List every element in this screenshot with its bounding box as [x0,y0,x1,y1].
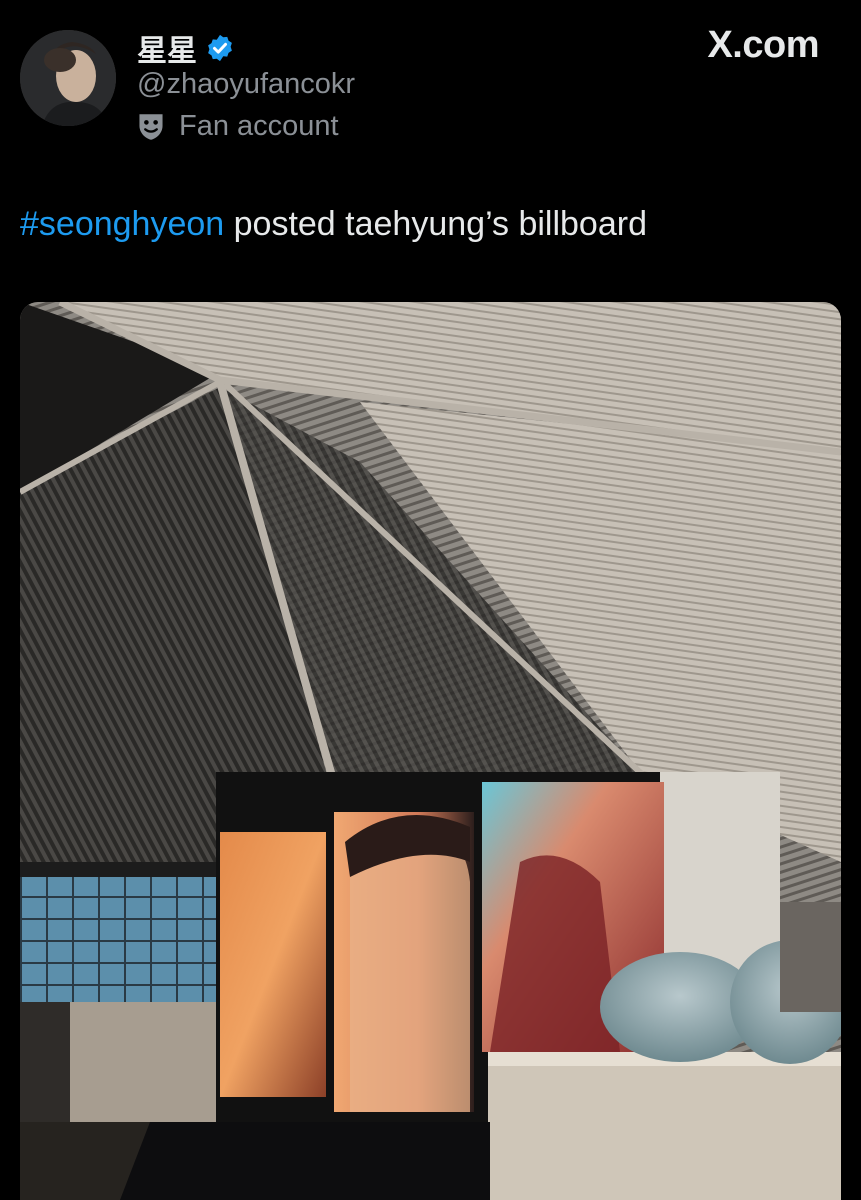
name-row: 星星 [137,26,235,70]
tweet-text: #seonghyeon posted taehyung’s billboard [20,205,647,244]
profile-avatar[interactable] [20,30,116,126]
display-name[interactable]: 星星 [137,26,197,70]
account-label: Fan account [137,110,339,143]
hashtag-link[interactable]: #seonghyeon [20,205,224,243]
theater-mask-icon [139,113,163,140]
billboard-photo[interactable] [20,302,841,1200]
account-label-text: Fan account [179,110,339,142]
avatar-image [20,30,116,126]
verified-badge-icon [208,34,232,62]
tweet-body: posted taehyung’s billboard [224,205,647,243]
user-handle[interactable]: @zhaoyufancokr [137,68,355,101]
site-watermark: X.com [707,24,819,66]
photo-image [20,302,841,1200]
